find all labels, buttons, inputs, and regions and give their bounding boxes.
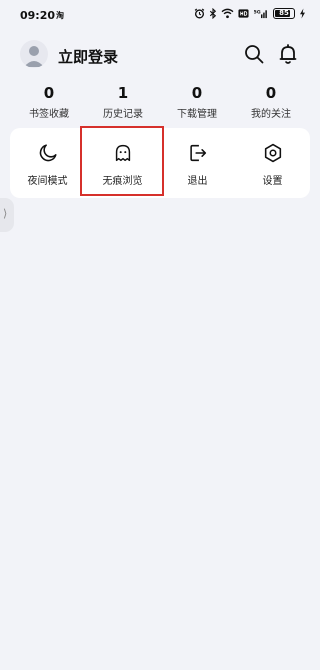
settings-button[interactable]: 设置 — [235, 128, 310, 198]
exit-label: 退出 — [187, 176, 208, 187]
battery-level: 85 — [279, 9, 289, 17]
stat-history[interactable]: 1 历史记录 — [86, 84, 160, 124]
status-bar: 09:20 淘 5G 85 — [0, 0, 320, 30]
night-mode-label: 夜间模式 — [27, 176, 68, 187]
stat-following[interactable]: 0 我的关注 — [234, 84, 308, 124]
bell-icon[interactable] — [276, 42, 300, 66]
chevron-right-icon: ⟩ — [3, 207, 8, 220]
charging-icon — [300, 8, 305, 19]
search-icon[interactable] — [242, 42, 266, 66]
settings-icon — [264, 143, 281, 163]
stat-value: 0 — [191, 84, 203, 102]
stat-bookmarks[interactable]: 0 书签收藏 — [12, 84, 86, 124]
side-drawer-handle[interactable]: ⟩ — [0, 198, 14, 232]
avatar[interactable] — [20, 40, 48, 68]
incognito-label: 无痕浏览 — [102, 176, 143, 187]
stat-value: 1 — [117, 84, 129, 102]
stat-downloads[interactable]: 0 下载管理 — [160, 84, 234, 124]
settings-label: 设置 — [262, 176, 283, 187]
app-indicator: 淘 — [56, 11, 64, 20]
svg-text:5G: 5G — [254, 10, 261, 16]
ghost-icon — [115, 144, 130, 162]
stats-row: 0 书签收藏 1 历史记录 0 下载管理 0 我的关注 — [12, 84, 308, 124]
battery-icon: 85 — [273, 8, 295, 19]
exit-icon — [189, 144, 206, 162]
stat-value: 0 — [43, 84, 55, 102]
status-time: 09:20 — [20, 9, 56, 22]
stat-label: 书签收藏 — [29, 109, 69, 120]
night-mode-button[interactable]: 夜间模式 — [10, 128, 85, 198]
incognito-button[interactable]: 无痕浏览 — [85, 128, 160, 198]
stat-label: 下载管理 — [177, 109, 217, 120]
status-icons: 5G 85 — [194, 8, 306, 19]
stat-label: 历史记录 — [103, 109, 143, 120]
hd-icon — [238, 9, 249, 18]
bluetooth-icon — [209, 8, 217, 19]
stat-value: 0 — [265, 84, 277, 102]
header: 立即登录 — [0, 36, 320, 76]
login-link[interactable]: 立即登录 — [58, 46, 118, 67]
exit-button[interactable]: 退出 — [160, 128, 235, 198]
moon-icon — [39, 144, 57, 162]
alarm-icon — [194, 8, 205, 19]
wifi-icon — [221, 8, 234, 19]
stat-label: 我的关注 — [251, 109, 291, 120]
action-card: 夜间模式 无痕浏览 退出 设置 — [10, 128, 310, 198]
signal-icon: 5G — [254, 10, 267, 19]
user-avatar-icon — [24, 46, 44, 67]
